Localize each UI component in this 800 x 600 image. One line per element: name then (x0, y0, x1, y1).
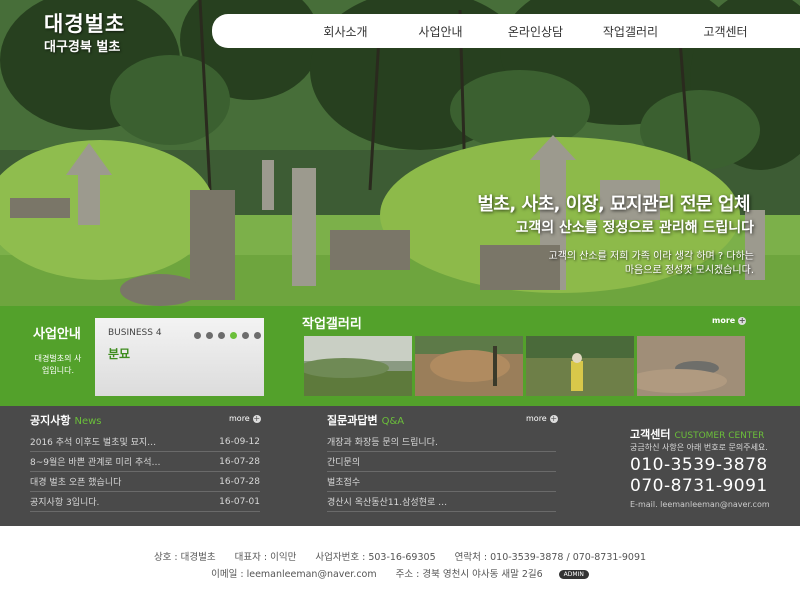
gallery-thumbnails (304, 336, 748, 396)
notice-row-date: 16-07-28 (219, 456, 260, 467)
business-slide-name: 분묘 (108, 347, 131, 361)
hero-title: 벌초, 사초, 이장, 묘지관리 전문 업체 (477, 194, 750, 215)
nav-item-business[interactable]: 사업안내 (393, 23, 488, 40)
nav-item-consult[interactable]: 온라인상담 (488, 23, 583, 40)
gallery-thumbnail[interactable] (526, 336, 634, 396)
slider-dots (194, 332, 266, 339)
notice-row[interactable]: 2016 추석 이후도 벌초및 묘지… 16-09-12 (30, 432, 260, 452)
notice-title-en: News (74, 416, 102, 427)
business-gallery-band: 사업안내 대경벌초의 사업입니다. BUSINESS 4 분묘 작업갤러리 mo… (0, 306, 800, 406)
hero-desc-line1: 고객의 산소를 저희 가족 이라 생각 하며 ? 다하는 (548, 251, 754, 262)
qna-row-title: 개장과 화장등 문의 드립니다. (327, 438, 438, 448)
notice-more-label: more (229, 414, 250, 423)
footer: 상호 : 대경벌초 대표자 : 이익만 사업자번호 : 503-16-69305… (0, 526, 800, 600)
notice-row[interactable]: 대경 벌초 오픈 했습니다 16-07-28 (30, 472, 260, 492)
customer-phone-2: 070-8731-9091 (630, 476, 768, 496)
notice-row-date: 16-09-12 (219, 436, 260, 447)
footer-company: 상호 : 대경벌초 (153, 552, 216, 563)
gallery-photo (526, 336, 634, 396)
qna-more-link[interactable]: more + (526, 414, 558, 423)
hero-banner: 대경벌초 대구경북 벌초 회사소개 사업안내 온라인상담 작업갤러리 고객센터 … (0, 0, 800, 306)
slider-dot[interactable] (218, 332, 225, 339)
notice-row-title: 8~9월은 바쁜 관계로 미리 추석… (30, 458, 161, 468)
customer-description: 궁금하신 사항은 아래 번호로 문의주세요. (630, 443, 768, 452)
qna-row[interactable]: 경산시 옥산동산11.삼성현로 … (327, 492, 556, 512)
plus-icon: + (738, 315, 747, 325)
hero-desc-line2: 마음으로 정성껏 모시겠습니다. (624, 265, 754, 276)
logo-subtitle: 대구경북 벌초 (44, 40, 121, 55)
gallery-photo (637, 336, 745, 396)
slider-dot[interactable] (254, 332, 261, 339)
gallery-title: 작업갤러리 (302, 317, 362, 332)
customer-title: 고객센터 (630, 428, 671, 441)
qna-title-en: Q&A (381, 416, 405, 427)
business-slider[interactable]: BUSINESS 4 분묘 (95, 318, 264, 396)
notice-row-title: 대경 벌초 오픈 했습니다 (30, 478, 122, 488)
qna-row[interactable]: 간디문의 (327, 452, 556, 472)
footer-contact: 연락처 : 010-3539-3878 / 070-8731-9091 (454, 552, 647, 563)
notice-more-link[interactable]: more + (229, 414, 261, 423)
footer-email: 이메일 : leemanleeman@naver.com (211, 569, 377, 580)
qna-row-title: 경산시 옥산동산11.삼성현로 … (327, 498, 448, 508)
qna-title: 질문과답변 (327, 414, 378, 427)
footer-ceo: 대표자 : 이익만 (234, 552, 297, 563)
footer-line-1: 상호 : 대경벌초 대표자 : 이익만 사업자번호 : 503-16-69305… (0, 549, 800, 563)
hero-subtitle: 고객의 산소를 정성으로 관리해 드립니다 (515, 220, 754, 236)
slider-dot-active[interactable] (230, 332, 237, 339)
business-slide-number: BUSINESS 4 (108, 328, 162, 338)
gallery-more-label: more (712, 316, 736, 325)
qna-row[interactable]: 개장과 화장등 문의 드립니다. (327, 432, 556, 452)
hero-description: 고객의 산소를 저희 가족 이라 생각 하며 ? 다하는 마음으로 정성껏 모시… (548, 250, 754, 278)
nav-item-gallery[interactable]: 작업갤러리 (583, 23, 678, 40)
business-description: 대경벌초의 사업입니다. (34, 354, 82, 375)
notice-row[interactable]: 8~9월은 바쁜 관계로 미리 추석… 16-07-28 (30, 452, 260, 472)
slider-dot[interactable] (206, 332, 213, 339)
info-section: 공지사항 News more + 2016 추석 이후도 벌초및 묘지… 16-0… (0, 406, 800, 526)
notice-heading: 공지사항 News (30, 412, 102, 428)
qna-heading: 질문과답변 Q&A (327, 412, 404, 428)
notice-row-date: 16-07-28 (219, 476, 260, 487)
slider-dot[interactable] (194, 332, 201, 339)
customer-title-en: CUSTOMER CENTER (674, 431, 765, 441)
notice-row-date: 16-07-01 (219, 496, 260, 507)
admin-button[interactable]: ADMIN (558, 570, 589, 579)
slider-dot[interactable] (242, 332, 249, 339)
footer-line-2: 이메일 : leemanleeman@naver.com 주소 : 경북 영천시… (0, 566, 800, 580)
plus-icon: + (252, 413, 261, 423)
qna-row-title: 벌초접수 (327, 478, 361, 488)
customer-heading: 고객센터 CUSTOMER CENTER (630, 426, 764, 442)
gallery-photo (304, 336, 412, 396)
notice-list: 2016 추석 이후도 벌초및 묘지… 16-09-12 8~9월은 바쁜 관계… (30, 432, 260, 512)
customer-email: E-mail. leemanleeman@naver.com (630, 500, 770, 509)
customer-phone-1: 010-3539-3878 (630, 455, 768, 475)
notice-row[interactable]: 공지사항 3입니다. 16-07-01 (30, 492, 260, 512)
qna-list: 개장과 화장등 문의 드립니다. 간디문의 벌초접수 경산시 옥산동산11.삼성… (327, 432, 556, 512)
nav-item-company[interactable]: 회사소개 (298, 23, 393, 40)
gallery-more-link[interactable]: more + (712, 315, 747, 325)
gallery-thumbnail[interactable] (304, 336, 412, 396)
nav-item-customer[interactable]: 고객센터 (678, 23, 773, 40)
main-nav: 회사소개 사업안내 온라인상담 작업갤러리 고객센터 (212, 14, 800, 48)
qna-row-title: 간디문의 (327, 458, 361, 468)
qna-more-label: more (526, 414, 547, 423)
gallery-photo (415, 336, 523, 396)
business-title: 사업안내 (33, 327, 81, 342)
gallery-thumbnail[interactable] (637, 336, 745, 396)
qna-row[interactable]: 벌초접수 (327, 472, 556, 492)
plus-icon: + (549, 413, 558, 423)
notice-row-title: 공지사항 3입니다. (30, 498, 100, 508)
notice-row-title: 2016 추석 이후도 벌초및 묘지… (30, 438, 157, 448)
footer-biz-number: 사업자번호 : 503-16-69305 (315, 552, 436, 563)
footer-address: 주소 : 경북 영천시 야사동 새말 2길6 (395, 569, 543, 580)
gallery-thumbnail[interactable] (415, 336, 523, 396)
notice-title: 공지사항 (30, 414, 71, 427)
logo-title[interactable]: 대경벌초 (44, 8, 125, 38)
